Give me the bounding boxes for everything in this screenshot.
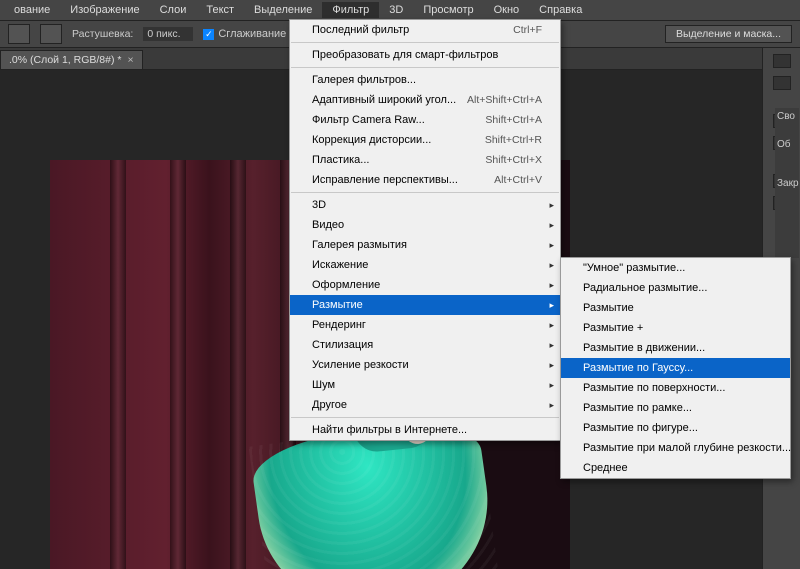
menu-item[interactable]: Найти фильтры в Интернете...: [290, 420, 560, 440]
submenu-item[interactable]: Размытие +: [561, 318, 790, 338]
menu-item[interactable]: Коррекция дисторсии...Shift+Ctrl+R: [290, 130, 560, 150]
submenu-item[interactable]: Размытие по фигуре...: [561, 418, 790, 438]
menu-item[interactable]: Последний фильтрCtrl+F: [290, 20, 560, 40]
menu-edit[interactable]: ование: [4, 2, 60, 18]
submenu-item[interactable]: Размытие: [561, 298, 790, 318]
check-icon: ✓: [203, 29, 214, 40]
document-title: .0% (Слой 1, RGB/8#) *: [9, 54, 121, 66]
menu-item[interactable]: Рендеринг: [290, 315, 560, 335]
menu-item[interactable]: Преобразовать для смарт-фильтров: [290, 45, 560, 65]
submenu-item[interactable]: Радиальное размытие...: [561, 278, 790, 298]
menu-select[interactable]: Выделение: [244, 2, 322, 18]
antialias-label: Сглаживание: [218, 28, 286, 40]
menu-item[interactable]: Усиление резкости: [290, 355, 560, 375]
feather-label: Растушевка:: [72, 28, 133, 40]
menu-text[interactable]: Текст: [196, 2, 244, 18]
menu-item[interactable]: Шум: [290, 375, 560, 395]
feather-input[interactable]: 0 пикс.: [143, 27, 193, 41]
selection-mode-icon-2[interactable]: [40, 24, 62, 44]
selection-mode-icon[interactable]: [8, 24, 30, 44]
submenu-item[interactable]: Размытие по Гауссу...: [561, 358, 790, 378]
menu-item[interactable]: Исправление перспективы...Alt+Ctrl+V: [290, 170, 560, 190]
menu-item[interactable]: Видео: [290, 215, 560, 235]
menu-3d[interactable]: 3D: [379, 2, 413, 18]
filter-dropdown: Последний фильтрCtrl+F Преобразовать для …: [289, 19, 561, 441]
submenu-item[interactable]: Размытие при малой глубине резкости...: [561, 438, 790, 458]
antialias-checkbox[interactable]: ✓ Сглаживание: [203, 28, 286, 40]
menu-item[interactable]: Размытие: [290, 295, 560, 315]
submenu-item[interactable]: Среднее: [561, 458, 790, 478]
submenu-item[interactable]: Размытие в движении...: [561, 338, 790, 358]
blur-submenu: "Умное" размытие...Радиальное размытие..…: [560, 257, 791, 479]
select-and-mask-button[interactable]: Выделение и маска...: [665, 25, 792, 43]
menu-item[interactable]: Оформление: [290, 275, 560, 295]
menu-item[interactable]: Пластика...Shift+Ctrl+X: [290, 150, 560, 170]
menu-filter[interactable]: Фильтр: [322, 2, 379, 18]
menu-item[interactable]: Другое: [290, 395, 560, 415]
menu-item[interactable]: Адаптивный широкий угол...Alt+Shift+Ctrl…: [290, 90, 560, 110]
menu-image[interactable]: Изображение: [60, 2, 149, 18]
menu-help[interactable]: Справка: [529, 2, 592, 18]
menu-view[interactable]: Просмотр: [413, 2, 483, 18]
panel-icon[interactable]: [773, 76, 791, 90]
main-menubar: ование Изображение Слои Текст Выделение …: [0, 0, 800, 20]
submenu-item[interactable]: "Умное" размытие...: [561, 258, 790, 278]
menu-item[interactable]: Стилизация: [290, 335, 560, 355]
menu-item[interactable]: Фильтр Camera Raw...Shift+Ctrl+A: [290, 110, 560, 130]
menu-item[interactable]: 3D: [290, 195, 560, 215]
panel-tabs[interactable]: Сво Об Закр: [775, 108, 799, 258]
close-icon[interactable]: ×: [127, 54, 133, 66]
menu-item[interactable]: Галерея фильтров...: [290, 70, 560, 90]
menu-item[interactable]: Галерея размытия: [290, 235, 560, 255]
menu-item[interactable]: Искажение: [290, 255, 560, 275]
submenu-item[interactable]: Размытие по поверхности...: [561, 378, 790, 398]
document-tab[interactable]: .0% (Слой 1, RGB/8#) * ×: [0, 50, 143, 69]
menu-layers[interactable]: Слои: [150, 2, 197, 18]
submenu-item[interactable]: Размытие по рамке...: [561, 398, 790, 418]
menu-window[interactable]: Окно: [484, 2, 530, 18]
panel-icon[interactable]: [773, 54, 791, 68]
